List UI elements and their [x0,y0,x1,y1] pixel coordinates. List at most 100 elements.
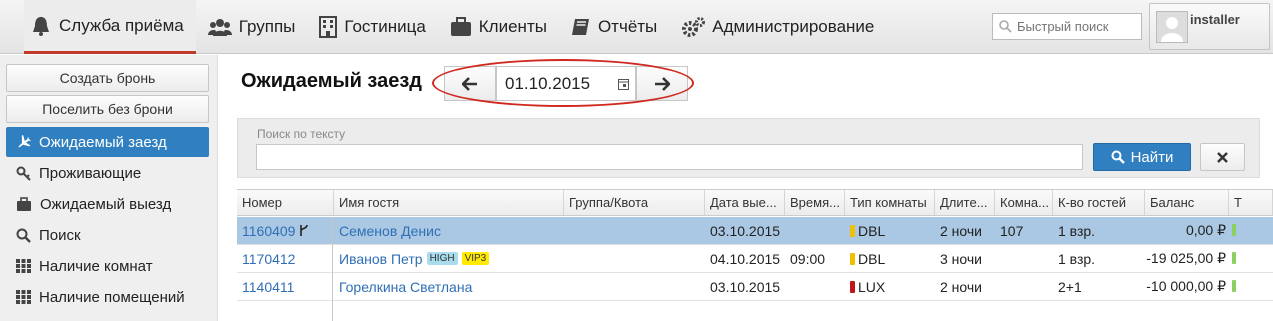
booking-number-cell[interactable]: 1170412 [237,245,334,272]
balance-status-mark [1232,224,1236,236]
sidebar-item-label: Наличие помещений [39,288,185,306]
calendar-icon[interactable] [618,78,629,90]
clear-search-button[interactable] [1200,143,1245,171]
plane-icon [18,134,31,147]
arrow-left-icon [462,76,477,91]
guest-badge: VIP3 [461,252,490,265]
nav-tab-label: Отчёты [597,17,658,36]
balance-cell: -10 000,00 ₽ [1146,278,1226,294]
column-header[interactable]: Группа/Квота [564,190,705,215]
sidebar-item-premises-availability[interactable]: Наличие помещений [6,282,209,312]
booking-number-link[interactable]: 1140411 [242,279,294,295]
room-type-color-mark [850,280,855,293]
date-value: 01.10.2015 [505,73,591,93]
sidebar-item-label: Ожидаемый выезд [40,195,172,213]
guest-name-link[interactable]: Горелкина Светлана [339,279,472,295]
search-icon [1111,150,1125,164]
table-row[interactable]: 1170412 Иванов Петр HIGH VIP3 04.10.2015… [237,245,1273,273]
room-type-cell: DBL [845,217,935,244]
guest-badge: HIGH [426,252,458,265]
next-date-button[interactable] [636,66,688,101]
nav-tab-clients[interactable]: Клиенты [444,0,559,54]
guests-count-cell: 2+1 [1058,278,1082,295]
room-type-cell: DBL [845,245,935,272]
page-title: Ожидаемый заезд [241,70,422,92]
balance-status-mark [1232,252,1236,264]
quick-search-box[interactable] [992,13,1142,40]
guest-name-cell[interactable]: Иванов Петр HIGH VIP3 [334,245,564,272]
departure-date-cell: 04.10.2015 [710,250,781,267]
sidebar-item-expected-arrival[interactable]: Ожидаемый заезд [6,127,209,157]
room-cell [995,245,1053,272]
column-header[interactable]: Тип комнаты [845,190,935,215]
sidebar-item-residents[interactable]: Проживающие [6,158,209,188]
nav-tab-hotel[interactable]: Гостиница [313,0,437,54]
find-button[interactable]: Найти [1093,143,1191,171]
nav-tab-admin[interactable]: Администрирование [675,0,886,54]
building-icon [319,16,338,38]
guest-name-link[interactable]: Семенов Денис [339,223,441,239]
guest-name-link[interactable]: Иванов Петр [339,251,423,267]
column-header[interactable]: Комна... [995,190,1053,215]
column-header[interactable]: К-во гостей [1053,190,1145,215]
avatar [1156,11,1188,43]
column-header[interactable]: Дата вые... [705,190,785,215]
main-nav: Служба приёма Группы Гостиница Клиенты О… [24,0,892,54]
briefcase-icon [450,17,471,36]
guests-count-cell: 1 взр. [1058,250,1096,267]
booking-number-link[interactable]: 1160409 [242,223,295,239]
column-header[interactable]: Номер [237,190,334,215]
quick-search-input[interactable] [1017,19,1137,34]
sidebar-item-expected-departure[interactable]: Ожидаемый выезд [6,189,209,219]
room-type-label: DBL [858,222,886,239]
guest-name-cell[interactable]: Горелкина Светлана [334,273,564,300]
nav-tab-label: Администрирование [712,17,875,36]
nav-tab-reports[interactable]: Отчёты [565,0,669,54]
departure-date-cell: 03.10.2015 [710,222,781,239]
table-row[interactable]: 1140411 Горелкина Светлана 03.10.2015 LU… [237,273,1273,301]
previous-date-button[interactable] [444,66,496,101]
arrow-right-icon [655,76,670,91]
sidebar-item-search[interactable]: Поиск [6,220,209,250]
nav-tab-groups[interactable]: Группы [202,0,308,54]
top-nav-bar: Служба приёма Группы Гостиница Клиенты О… [0,0,1273,54]
checkin-without-booking-button[interactable]: Поселить без брони [6,95,209,123]
booking-number-cell[interactable]: 1160409 [237,217,334,244]
gears-icon [682,17,706,37]
room-type-label: DBL [858,250,886,267]
booking-number-cell[interactable]: 1140411 [237,273,334,300]
nav-tab-reception[interactable]: Служба приёма [24,0,196,54]
create-booking-button[interactable]: Создать бронь [6,64,209,92]
booking-number-link[interactable]: 1170412 [242,251,295,267]
column-header[interactable]: Имя гостя [334,190,564,215]
grid-icon [16,259,31,273]
search-icon [999,20,1012,33]
fork-icon [300,224,309,236]
text-search-input[interactable] [256,144,1083,170]
guest-name-cell[interactable]: Семенов Денис [334,217,564,244]
column-header[interactable]: Время... [785,190,845,215]
table-row[interactable]: 1160409 Семенов Денис 03.10.2015 DBL 2 н… [237,217,1273,245]
room-type-color-mark [850,252,855,265]
departure-date-cell: 03.10.2015 [710,278,781,295]
bell-icon [33,16,49,36]
date-picker-field[interactable]: 01.10.2015 [496,66,636,101]
suitcase-icon [17,196,31,211]
room-type-color-mark [850,224,855,237]
balance-cell: -19 025,00 ₽ [1146,250,1226,266]
duration-cell: 2 ночи [940,222,982,239]
user-menu[interactable]: installer [1149,3,1270,50]
user-name: installer [1190,12,1240,27]
column-header[interactable]: Т [1229,190,1273,215]
column-divider [332,217,333,321]
search-icon [16,228,31,243]
time-cell: 09:00 [790,250,826,267]
sidebar-item-room-availability[interactable]: Наличие комнат [6,251,209,281]
sidebar: Создать бронь Поселить без брони Ожидаем… [0,55,218,321]
duration-cell: 3 ночи [940,250,982,267]
users-icon [207,19,232,36]
group-cell [564,245,705,272]
column-header[interactable]: Баланс [1145,190,1229,215]
book-icon [571,19,589,35]
column-header[interactable]: Длите... [935,190,995,215]
